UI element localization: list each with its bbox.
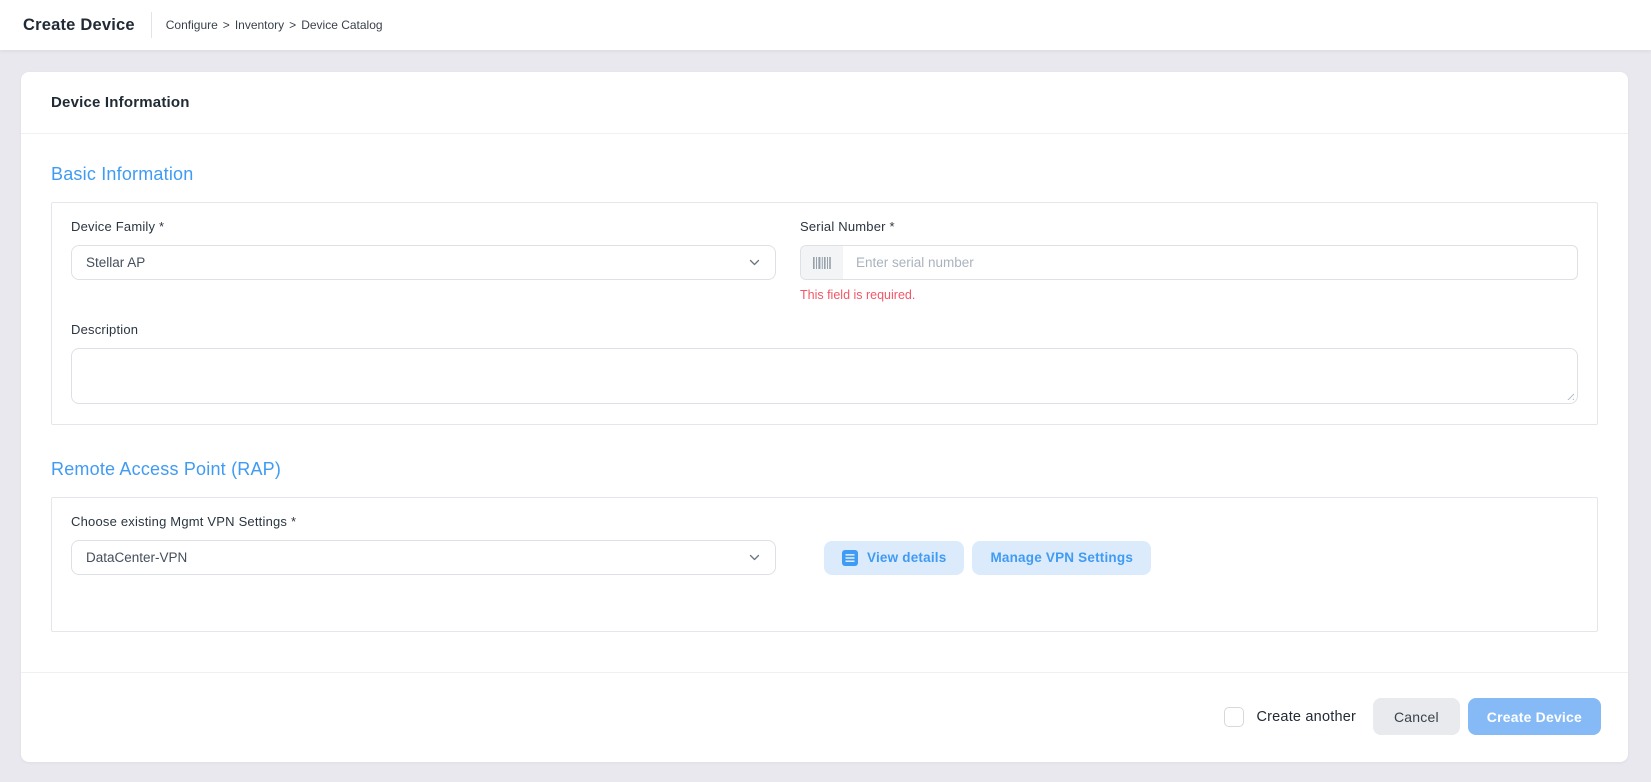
basic-information-heading: Basic Information — [51, 164, 1598, 185]
breadcrumb: Configure > Inventory > Device Catalog — [166, 18, 383, 32]
header-divider — [151, 12, 152, 38]
page-title: Create Device — [23, 16, 135, 35]
description-field: Description — [71, 322, 1578, 404]
create-device-button[interactable]: Create Device — [1468, 698, 1601, 735]
device-family-value: Stellar AP — [86, 255, 748, 270]
create-another-checkbox[interactable] — [1224, 707, 1244, 727]
top-header-bar: Create Device Configure > Inventory > De… — [0, 0, 1651, 50]
create-another-label: Create another — [1256, 709, 1356, 725]
barcode-icon — [801, 246, 843, 279]
serial-number-input-group — [800, 245, 1578, 280]
breadcrumb-item-device-catalog[interactable]: Device Catalog — [301, 18, 382, 32]
cancel-button[interactable]: Cancel — [1373, 698, 1460, 735]
vpn-settings-value: DataCenter-VPN — [86, 550, 748, 565]
card-footer: Create another Cancel Create Device — [21, 672, 1628, 762]
card-title: Device Information — [51, 94, 190, 111]
chevron-down-icon — [748, 256, 761, 269]
device-information-card: Device Information Basic Information Dev… — [21, 72, 1628, 762]
manage-vpn-settings-button[interactable]: Manage VPN Settings — [972, 541, 1151, 575]
serial-number-label: Serial Number * — [800, 219, 1578, 234]
device-family-field: Device Family * Stellar AP — [71, 219, 776, 302]
description-textarea[interactable] — [71, 348, 1578, 404]
vpn-settings-select[interactable]: DataCenter-VPN — [71, 540, 776, 575]
chevron-down-icon — [748, 551, 761, 564]
description-label: Description — [71, 322, 1578, 337]
rap-heading: Remote Access Point (RAP) — [51, 459, 1598, 480]
serial-number-error: This field is required. — [800, 288, 1578, 302]
view-details-button[interactable]: View details — [824, 541, 964, 575]
serial-number-field: Serial Number * — [800, 219, 1578, 302]
card-body: Basic Information Device Family * Stella… — [21, 134, 1628, 672]
rap-fieldset: Choose existing Mgmt VPN Settings * Data… — [51, 497, 1598, 632]
device-family-select[interactable]: Stellar AP — [71, 245, 776, 280]
vpn-settings-field: DataCenter-VPN — [71, 540, 776, 575]
vpn-settings-label: Choose existing Mgmt VPN Settings * — [71, 514, 1578, 529]
serial-number-input[interactable] — [843, 246, 1577, 279]
breadcrumb-separator: > — [223, 18, 230, 32]
breadcrumb-separator: > — [289, 18, 296, 32]
list-details-icon — [842, 550, 858, 566]
view-details-label: View details — [867, 550, 946, 565]
card-header: Device Information — [21, 72, 1628, 134]
device-family-label: Device Family * — [71, 219, 776, 234]
basic-information-fieldset: Device Family * Stellar AP Serial Number… — [51, 202, 1598, 425]
breadcrumb-item-inventory[interactable]: Inventory — [235, 18, 284, 32]
breadcrumb-item-configure[interactable]: Configure — [166, 18, 218, 32]
manage-vpn-settings-label: Manage VPN Settings — [990, 550, 1133, 565]
